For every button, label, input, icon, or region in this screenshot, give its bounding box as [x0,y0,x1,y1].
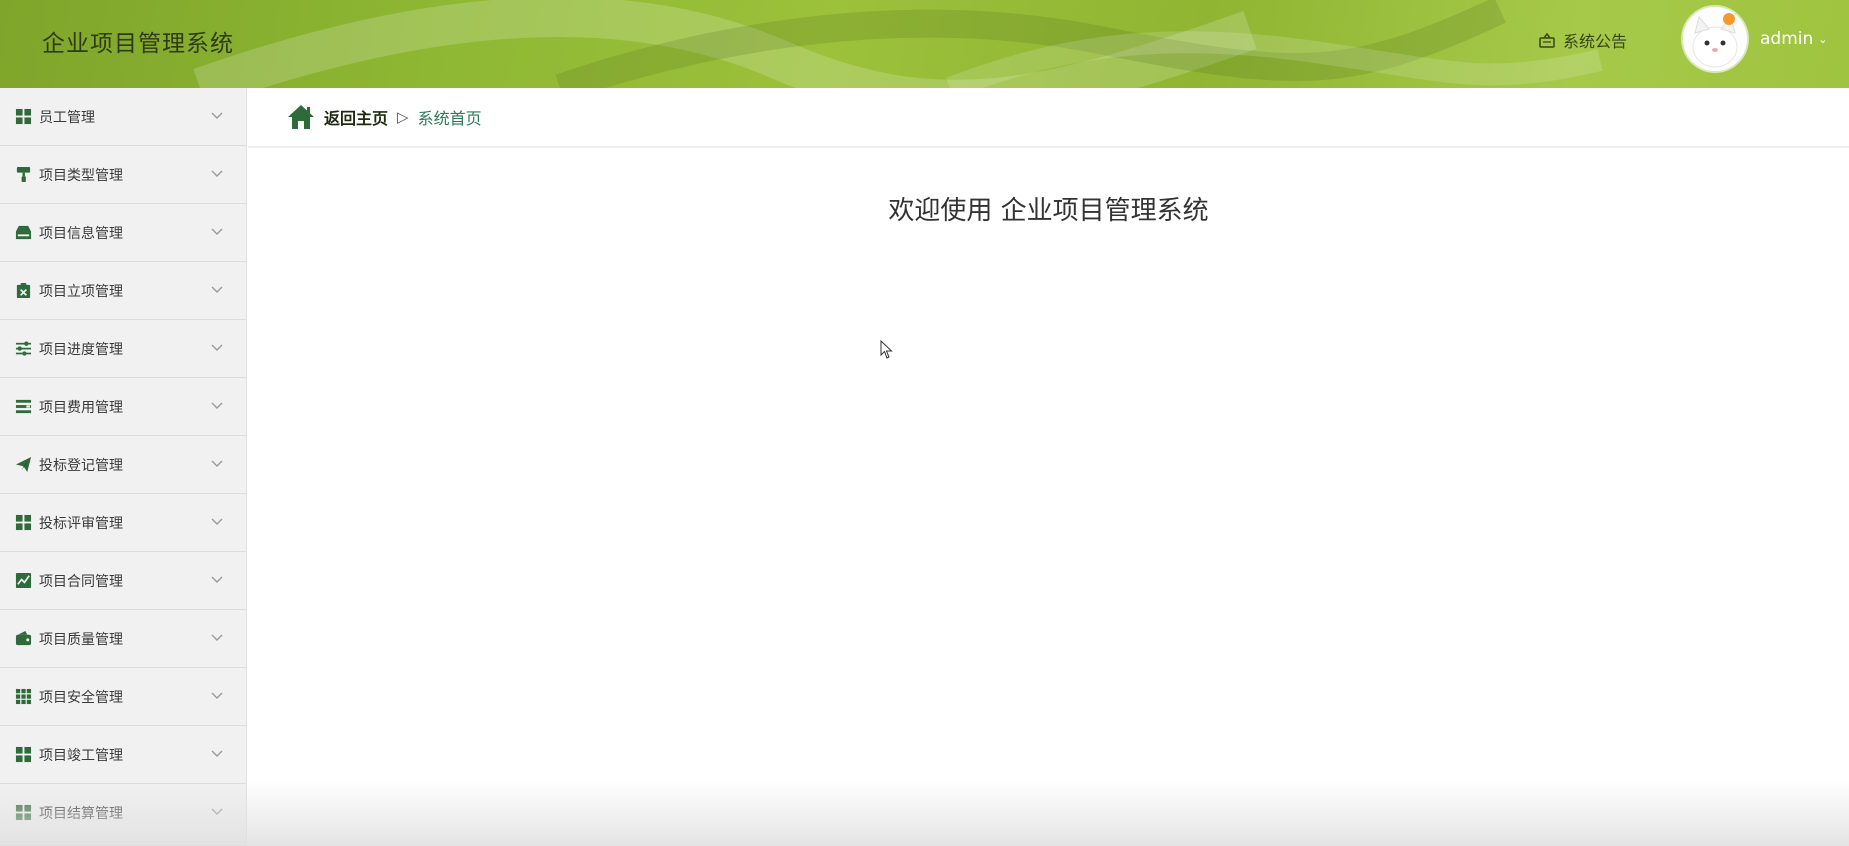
user-menu[interactable]: admin ⌄ [1760,29,1828,49]
chevron-down-icon[interactable] [210,804,224,818]
sidebar-item[interactable]: 项目立项管理 [0,262,246,320]
sidebar-item-label: 项目进度管理 [39,341,123,358]
sidebar-item[interactable]: 投标评审管理 [0,494,246,552]
chevron-down-icon[interactable] [210,456,224,470]
username: admin [1760,29,1814,49]
chevron-down-icon[interactable] [210,688,224,702]
grid-icon [14,746,32,764]
chevron-down-icon[interactable] [210,108,224,122]
avatar-image [1683,7,1747,71]
paper-plane-icon [14,456,32,474]
welcome-text: 欢迎使用 企业项目管理系统 [888,196,1209,226]
app-title: 企业项目管理系统 [42,31,234,57]
grid-nine-icon [14,688,32,706]
sidebar-item[interactable]: 项目进度管理 [0,320,246,378]
clipboard-x-icon [14,282,32,300]
paint-roller-icon [14,166,32,184]
breadcrumb-current[interactable]: 系统首页 [418,105,482,129]
chevron-down-icon[interactable] [210,630,224,644]
grid-icon [14,804,32,822]
sidebar-item[interactable]: 项目合同管理 [0,552,246,610]
sidebar-item-label: 项目费用管理 [39,399,123,416]
main-content: 欢迎使用 企业项目管理系统 [248,150,1849,846]
sidebar-item[interactable]: 投标登记管理 [0,436,246,494]
wallet-icon [14,630,32,648]
sidebar-item[interactable]: 项目类型管理 [0,146,246,204]
list-icon [14,398,32,416]
chevron-down-icon[interactable] [210,282,224,296]
breadcrumb: 返回主页 ▷ 系统首页 [248,88,1849,148]
chevron-down-icon[interactable] [210,398,224,412]
sidebar-item-label: 项目安全管理 [39,689,123,706]
notice-label: 系统公告 [1563,32,1628,51]
breadcrumb-separator: ▷ [397,108,409,126]
sidebar-item-label: 项目立项管理 [39,283,123,300]
cat-avatar[interactable] [1683,7,1747,71]
home-icon[interactable] [286,103,316,131]
sidebar-item[interactable]: 项目安全管理 [0,668,246,726]
sidebar-item[interactable]: 项目结算管理 [0,784,246,842]
line-chart-icon [14,572,32,590]
sidebar-item-label: 项目类型管理 [39,167,123,184]
inbox-icon [14,224,32,242]
chevron-down-icon: ⌄ [1818,32,1828,46]
sidebar-item-label: 项目结算管理 [39,805,123,822]
sidebar-item-label: 项目质量管理 [39,631,123,648]
sidebar-item[interactable]: 项目信息管理 [0,204,246,262]
chevron-down-icon[interactable] [210,746,224,760]
sidebar: 员工管理项目类型管理 项目信息管理 项目立项管理 项目进度管理 项目费用管理 投标登记管理… [0,88,247,846]
sidebar-item[interactable]: 项目费用管理 [0,378,246,436]
sliders-icon [14,340,32,358]
sidebar-item-label: 项目竣工管理 [39,747,123,764]
sidebar-item-label: 投标登记管理 [39,457,123,474]
chevron-down-icon[interactable] [210,514,224,528]
chevron-down-icon[interactable] [210,572,224,586]
breadcrumb-home[interactable]: 返回主页 [324,105,388,129]
grid-icon [14,514,32,532]
sidebar-item[interactable]: 项目质量管理 [0,610,246,668]
chevron-down-icon[interactable] [210,166,224,180]
top-header: 企业项目管理系统 系统公告 admin ⌄ [0,0,1849,88]
sidebar-item[interactable]: 项目竣工管理 [0,726,246,784]
notice-link[interactable]: 系统公告 [1538,28,1627,52]
sidebar-item-label: 员工管理 [39,109,95,126]
mouse-cursor-icon [880,340,893,359]
chevron-down-icon[interactable] [210,224,224,238]
sidebar-item[interactable]: 员工管理 [0,88,246,146]
sidebar-item-label: 投标评审管理 [39,515,123,532]
sidebar-item-label: 项目合同管理 [39,573,123,590]
sidebar-item-label: 项目信息管理 [39,225,123,242]
bell-notice-icon [1539,32,1555,48]
chevron-down-icon[interactable] [210,340,224,354]
grid-icon [14,108,32,126]
